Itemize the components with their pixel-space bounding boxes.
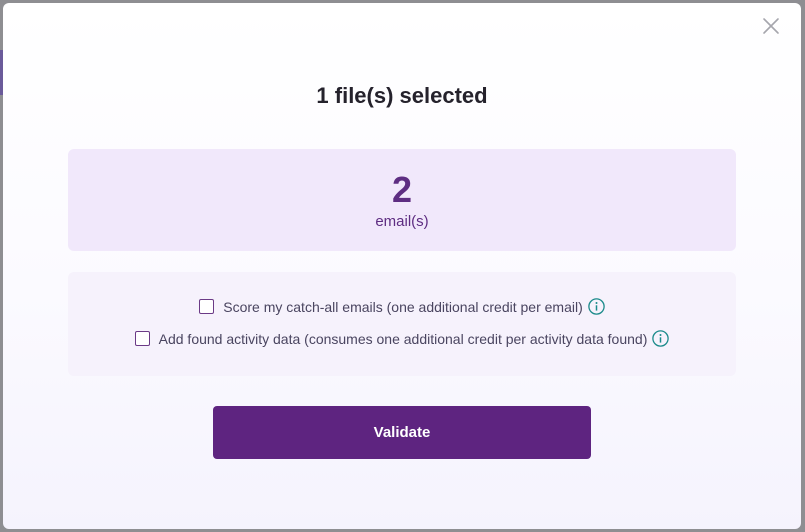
file-validation-modal: 1 file(s) selected 2 email(s) Score my c… <box>3 3 801 529</box>
modal-title: 1 file(s) selected <box>316 83 488 108</box>
options-panel: Score my catch-all emails (one additiona… <box>68 272 736 376</box>
info-icon[interactable] <box>587 298 605 315</box>
catch-all-checkbox[interactable] <box>199 299 215 314</box>
activity-data-label[interactable]: Add found activity data (consumes one ad… <box>159 331 648 347</box>
email-count-label: email(s) <box>375 213 429 230</box>
email-count-value: 2 <box>391 169 413 210</box>
option-activity-data: Add found activity data (consumes one ad… <box>68 330 736 347</box>
info-icon[interactable] <box>652 330 670 347</box>
option-catch-all: Score my catch-all emails (one additiona… <box>68 298 736 315</box>
close-button[interactable] <box>759 14 783 38</box>
activity-data-checkbox[interactable] <box>134 331 150 346</box>
email-count-box: 2 email(s) <box>68 149 736 251</box>
catch-all-label[interactable]: Score my catch-all emails (one additiona… <box>223 299 582 315</box>
close-icon <box>763 18 779 34</box>
validate-button[interactable]: Validate <box>213 406 591 459</box>
